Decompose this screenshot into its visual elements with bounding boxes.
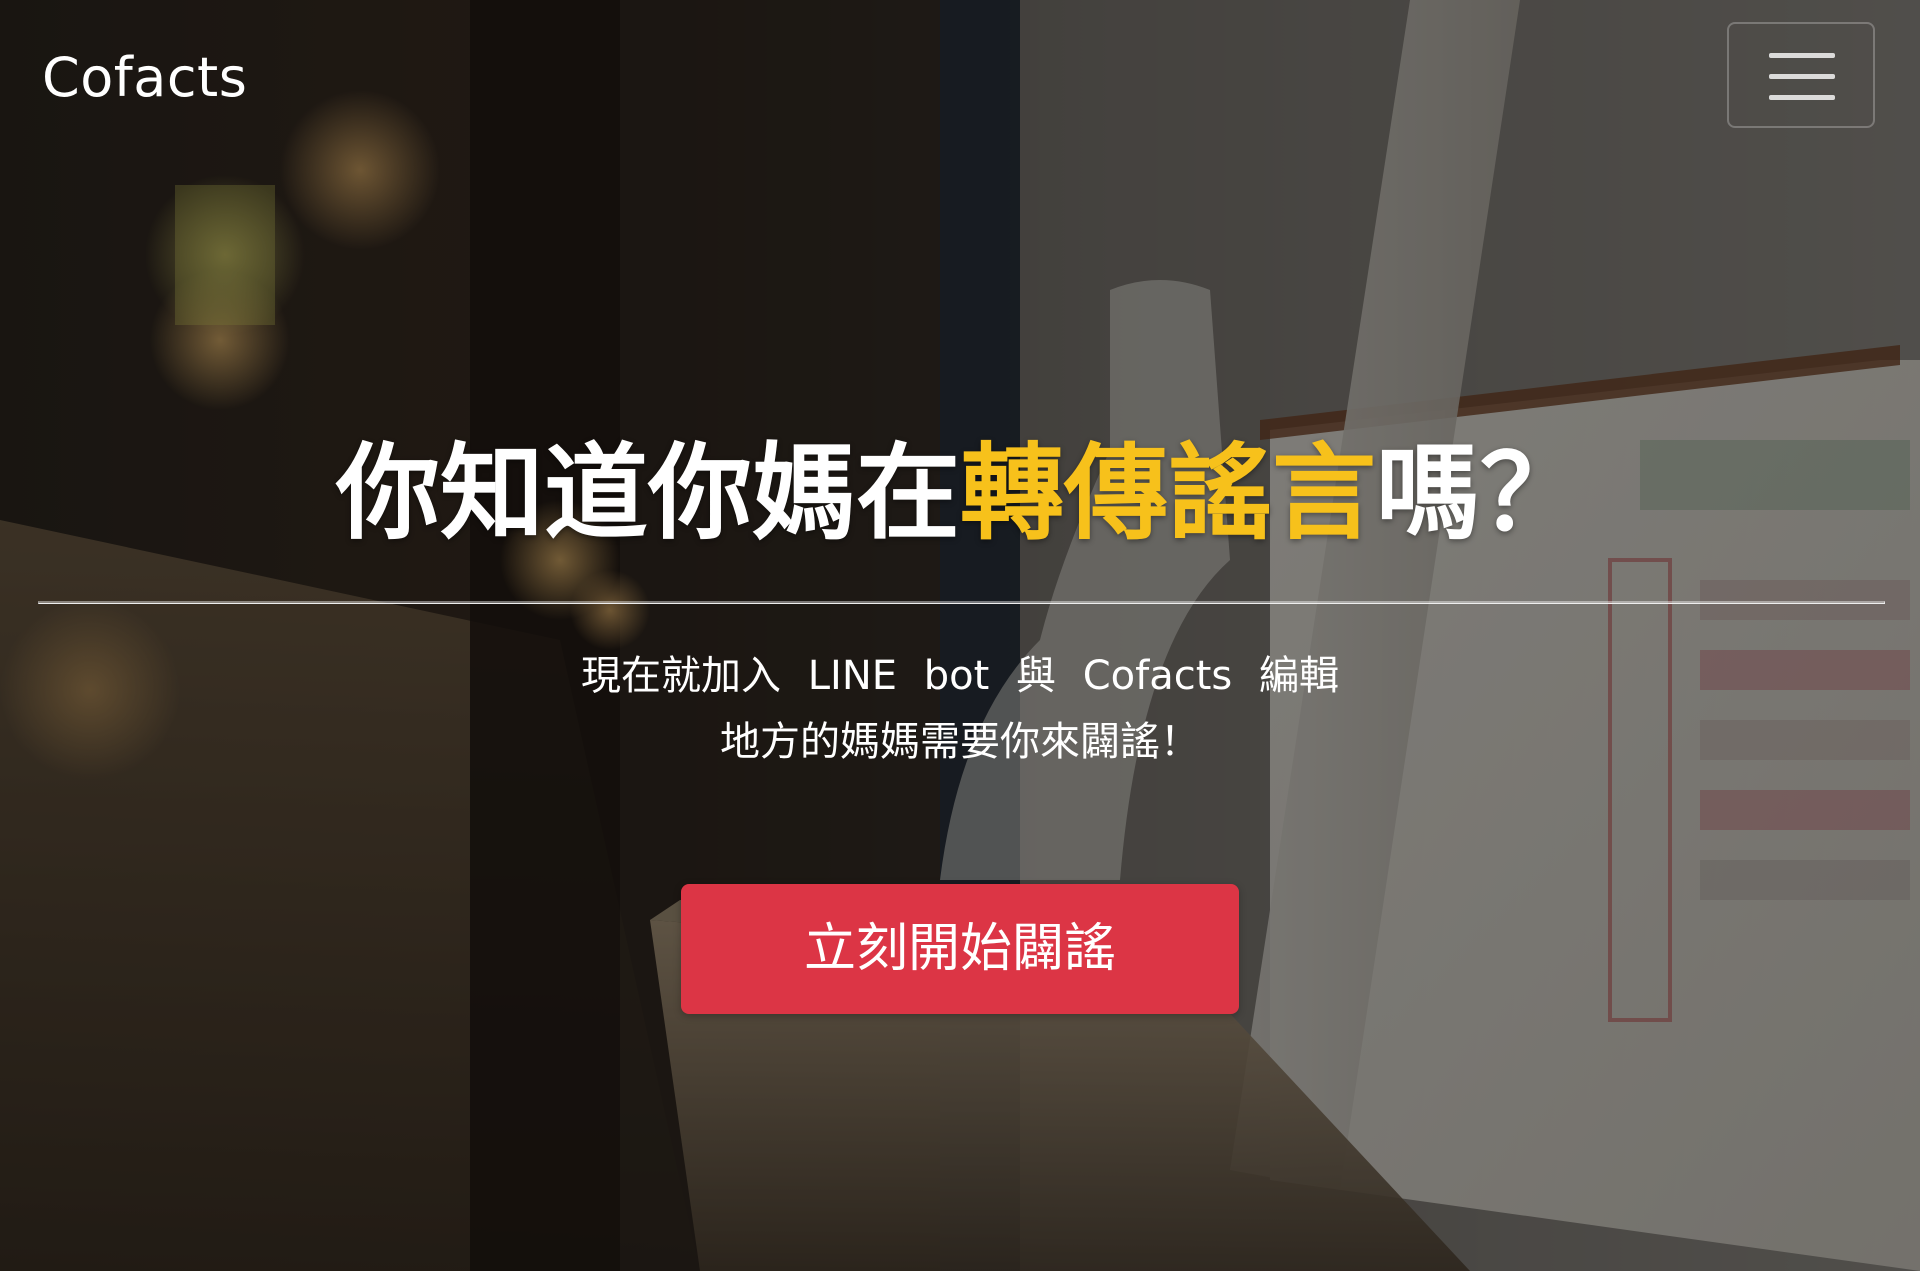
navbar: Cofacts [0, 0, 1920, 150]
hamburger-menu-icon [1769, 53, 1835, 58]
hero-section: Cofacts 你知道你媽在轉傳謠言嗎？ 現在就加入 LINE bot 與 Co… [0, 0, 1920, 1271]
hamburger-menu-icon-line [1769, 74, 1835, 79]
headline-divider [38, 601, 1885, 604]
brand-logo-link[interactable]: Cofacts [42, 46, 247, 109]
navbar-toggle-button[interactable] [1727, 22, 1875, 128]
hero-dark-overlay [0, 0, 1920, 1271]
headline-highlight-text: 轉傳謠言 [959, 432, 1376, 554]
hero-headline: 你知道你媽在轉傳謠言嗎？ [0, 428, 1920, 558]
start-fact-check-button[interactable]: 立刻開始闢謠 [681, 884, 1239, 1014]
headline-text-before: 你知道你媽在 [335, 432, 960, 554]
subtitle-line-1: 現在就加入 LINE bot 與 Cofacts 編輯 [581, 653, 1339, 699]
subtitle-line-2: 地方的媽媽需要你來闢謠！ [720, 719, 1200, 765]
hamburger-menu-icon-line [1769, 95, 1835, 100]
headline-text-after: 嗎？ [1376, 432, 1585, 554]
